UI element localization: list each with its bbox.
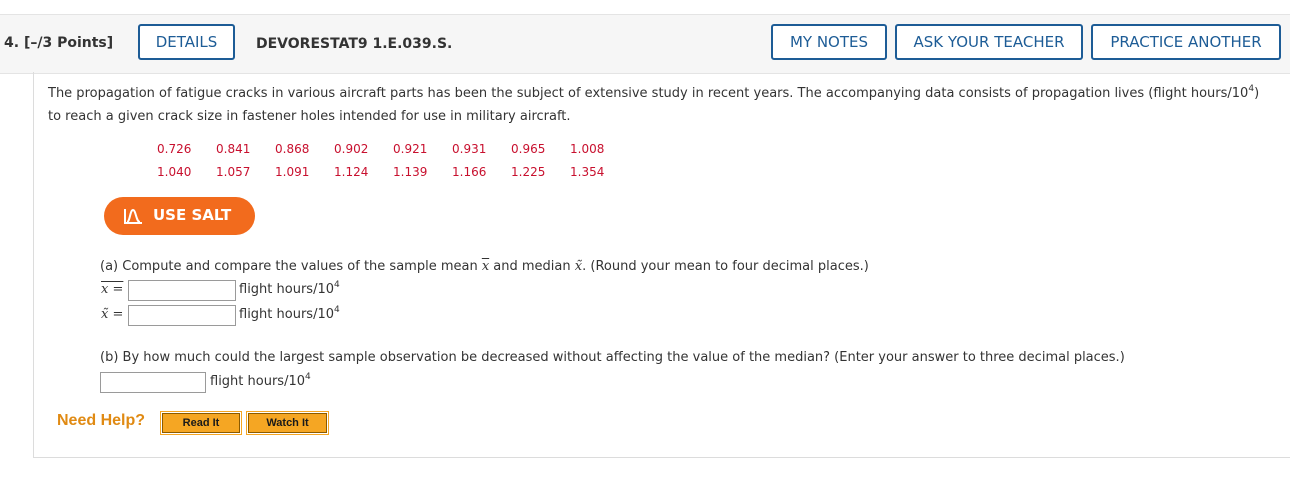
data-value: 1.008 [570,142,605,156]
need-help-label: Need Help? [57,412,146,429]
salt-chart-icon [124,208,142,224]
intro-line2: to reach a given crack size in fastener … [48,109,571,124]
data-value: 1.354 [570,165,605,179]
data-value: 1.091 [275,165,310,179]
data-value: 1.040 [157,165,192,179]
data-value: 0.965 [511,142,546,156]
intro-exponent: 4 [1248,84,1255,94]
use-salt-label: USE SALT [153,206,232,224]
data-value: 1.139 [393,165,428,179]
part-a-prompt-mid: and median [489,259,575,274]
data-value: 0.921 [393,142,428,156]
median-label: x̃ = [101,307,124,322]
use-salt-button[interactable]: USE SALT [104,197,255,235]
practice-another-button[interactable]: PRACTICE ANOTHER [1091,24,1281,60]
data-value: 1.057 [216,165,251,179]
data-value: 1.166 [452,165,487,179]
part-b-unit-exponent: 4 [305,372,311,382]
question-number: 4. [4,35,20,51]
ask-your-teacher-button[interactable]: ASK YOUR TEACHER [895,24,1083,60]
median-unit: flight hours/104 [239,305,340,322]
intro-line1-text: The propagation of fatigue cracks in var… [48,86,1249,101]
mean-label: x = [101,282,123,297]
question-code: DEVORESTAT9 1.E.039.S. [256,36,453,52]
details-button[interactable]: DETAILS [138,24,235,60]
part-a-prompt: (a) Compute and compare the values of th… [100,259,869,274]
part-b-unit: flight hours/104 [210,372,311,389]
question-points: [–/3 Points] [23,35,114,51]
my-notes-button[interactable]: MY NOTES [771,24,887,60]
median-unit-text: flight hours/10 [239,307,334,322]
question-header: 4. [–/3 Points] DETAILS DEVORESTAT9 1.E.… [0,14,1290,74]
median-decrease-input[interactable] [100,372,206,393]
median-unit-exponent: 4 [334,305,340,315]
question-number-points: 4. [–/3 Points] [4,35,113,51]
data-value: 0.726 [157,142,192,156]
part-b-prompt: (b) By how much could the largest sample… [100,350,1125,365]
mean-unit-text: flight hours/10 [239,282,334,297]
part-a-prompt-start: (a) Compute and compare the values of th… [100,259,482,274]
intro-line1: The propagation of fatigue cracks in var… [48,84,1260,101]
mean-label-text: x = [101,282,124,297]
median-symbol: x̃ [574,259,583,274]
watch-it-button[interactable]: Watch It [246,411,329,435]
sample-median-input[interactable] [128,305,236,326]
part-a-prompt-end: . (Round your mean to four decimal place… [582,259,869,274]
data-value: 0.902 [334,142,369,156]
mean-unit: flight hours/104 [239,280,340,297]
data-value: 0.841 [216,142,251,156]
read-it-button[interactable]: Read It [160,411,242,435]
problem-statement: The propagation of fatigue cracks in var… [48,83,1278,127]
data-value: 0.931 [452,142,487,156]
part-b-unit-text: flight hours/10 [210,374,305,389]
mean-unit-exponent: 4 [334,280,340,290]
intro-line1-close: ) [1254,86,1260,101]
sample-mean-input[interactable] [128,280,236,301]
data-value: 1.124 [334,165,369,179]
data-value: 1.225 [511,165,546,179]
data-value: 0.868 [275,142,310,156]
